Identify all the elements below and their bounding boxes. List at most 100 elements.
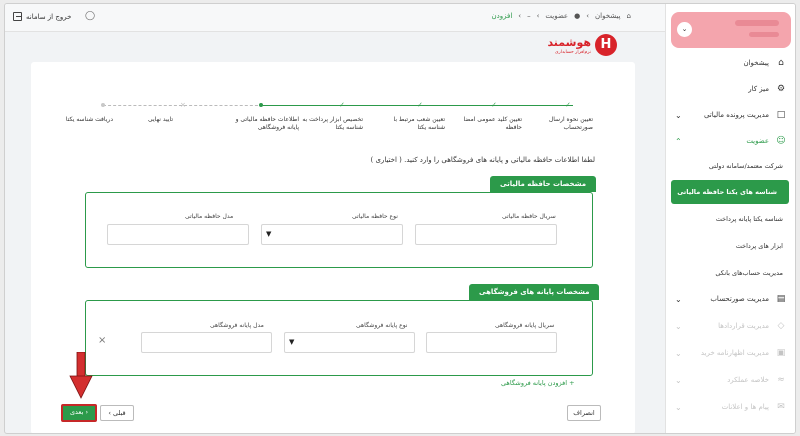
sidebar-item-purchase[interactable]: ⌄ ▣ مدیریت اظهارنامه خرید <box>665 342 795 364</box>
brand-logo: H هوشمند نرم‌افزار حسابداری <box>541 34 617 62</box>
logout-button[interactable]: خروج از سامانه <box>13 12 71 21</box>
step-label: تایید نهایی <box>148 116 173 123</box>
memory-serial-label: سریال حافظه مالیاتی <box>502 213 556 220</box>
app-window: خروج از سامانه ◯ افزودن ‹ – ‹ عضویت ● ‹ … <box>4 3 796 434</box>
sidebar-item-summary[interactable]: ⌄ ≈ خلاصه عملکرد <box>665 369 795 391</box>
sidebar-item-tax-file[interactable]: ⌄ □ مدیریت پرونده مالیاتی <box>665 104 795 126</box>
sidebar-subitem-payment-terminal-id[interactable]: شناسه یکتا پایانه پرداخت <box>665 207 795 231</box>
prev-button-label: قبلی <box>113 409 126 417</box>
chevron-up-icon: ⌃ <box>675 137 682 146</box>
terminal-model-label: مدل پایانه فروشگاهی <box>210 322 264 329</box>
invoice-icon: ▤ <box>776 294 786 304</box>
sidebar-subitem-label: مدیریت حساب‌های بانکی <box>715 269 783 277</box>
sidebar-subitem-memory-id[interactable]: شناسه های یکتا حافظه مالیاتی <box>671 180 789 204</box>
sidebar-item-label: میز کار <box>748 85 769 93</box>
close-icon: × <box>180 101 186 109</box>
step-label: تعیین کلید عمومی امضا حافظه <box>463 116 522 132</box>
step-label: تعیین شعب مرتبط با شناسه یکتا <box>393 116 446 132</box>
logo-name: هوشمند <box>547 36 591 49</box>
step-label: تخصیص ابزار پرداخت به شناسه یکتا <box>302 116 363 132</box>
sidebar-item-label: مدیریت پرونده مالیاتی <box>703 111 769 119</box>
sidebar-subitem-label: شرکت معتمد/سامانه دولتی <box>708 162 783 170</box>
remove-terminal-icon[interactable]: × <box>98 335 106 346</box>
sidebar-item-messages[interactable]: ⌄ ✉ پیام ها و اعلانات <box>665 396 795 418</box>
sidebar-item-label: خلاصه عملکرد <box>727 376 769 384</box>
user-icon: ● <box>574 12 581 20</box>
wizard-stepper: ✓ ✓ ✓ ✓ × تعیین نحوه ارسال صورتحساب تعیی… <box>63 101 593 142</box>
sidebar-subitem-label: ابزار های پرداخت <box>735 242 783 250</box>
step-current-dot <box>259 103 263 107</box>
chevron-left-icon: ‹ <box>518 12 522 20</box>
sidebar-subitem-trusted-company[interactable]: شرکت معتمد/سامانه دولتی <box>665 154 795 178</box>
home-icon: ⌂ <box>778 58 784 68</box>
breadcrumb-item[interactable]: پیشخوان <box>595 12 621 20</box>
terminal-panel-title: مشخصات پایانه های فروشگاهی <box>469 284 600 300</box>
contract-icon: ◇ <box>777 321 785 331</box>
check-icon: ✓ <box>565 101 571 109</box>
sidebar-item-label: عضویت <box>746 137 769 145</box>
sidebar-item-desk[interactable]: ⚙ میز کار <box>665 78 795 100</box>
bell-icon[interactable]: ◯ <box>85 11 95 21</box>
desk-icon: ⚙ <box>776 84 786 94</box>
chevron-left-icon: ‹ <box>536 12 540 20</box>
caret-down-icon: ▼ <box>266 230 272 238</box>
terminal-type-label: نوع پایانه فروشگاهی <box>356 322 408 329</box>
memory-serial-input[interactable] <box>415 224 557 245</box>
chevron-left-icon: ‹ <box>586 12 590 20</box>
chevron-down-icon[interactable]: ⌄ <box>677 22 692 37</box>
cancel-button[interactable]: انصراف <box>567 405 601 421</box>
sidebar-item-dashboard[interactable]: ⌂ پیشخوان <box>665 52 795 74</box>
terminal-type-select[interactable]: ▼ <box>284 332 415 353</box>
memory-panel-title: مشخصات حافظه مالیاتی <box>490 176 597 192</box>
file-icon: □ <box>776 110 786 120</box>
sidebar-item-membership[interactable]: ⌃ ☺ عضویت <box>665 130 795 152</box>
check-icon: ✓ <box>491 101 497 109</box>
sidebar-item-invoices[interactable]: ⌄ ▤ مدیریت صورتحساب <box>665 288 795 310</box>
step-label: اطلاعات حافظه مالیاتی و پایانه فروشگاهی <box>235 116 299 132</box>
step-label: دریافت شناسه یکتا <box>65 116 113 123</box>
step-pending-dot <box>101 103 105 107</box>
chevron-down-icon: ⌄ <box>675 349 682 358</box>
next-button-label: بعدی <box>69 408 84 416</box>
sidebar-item-contracts[interactable]: ⌄ ◇ مدیریت قراردادها <box>665 315 795 337</box>
chevron-down-icon: ⌄ <box>675 322 682 331</box>
check-icon: ✓ <box>417 101 423 109</box>
chevron-right-icon: › <box>83 408 89 416</box>
chevron-down-icon: ⌄ <box>675 111 682 120</box>
sidebar-subitem-bank-accounts[interactable]: مدیریت حساب‌های بانکی <box>665 261 795 285</box>
memory-model-label: مدل حافظه مالیاتی <box>185 213 234 220</box>
form-instruction: لطفا اطلاعات حافظه مالیاتی و پایانه های … <box>370 156 596 164</box>
sidebar-subitem-label: شناسه های یکتا حافظه مالیاتی <box>677 188 777 196</box>
logout-label: خروج از سامانه <box>26 12 72 21</box>
step-label: تعیین نحوه ارسال صورتحساب <box>548 116 593 132</box>
logo-mark: H <box>595 34 617 56</box>
terminal-model-input[interactable] <box>141 332 272 353</box>
annotation-arrow-icon <box>69 352 93 399</box>
sidebar-item-label: پیشخوان <box>743 59 769 67</box>
user-icon: ☺ <box>776 136 786 146</box>
prev-button[interactable]: ‹ قبلی <box>100 405 134 421</box>
summary-icon: ≈ <box>777 375 785 385</box>
sidebar-item-label: مدیریت صورتحساب <box>710 295 769 303</box>
memory-model-input[interactable] <box>107 224 249 245</box>
breadcrumb-item[interactable]: عضویت <box>545 12 568 20</box>
breadcrumb-item[interactable]: افزودن <box>491 12 512 20</box>
purchase-icon: ▣ <box>776 348 786 358</box>
user-card[interactable]: ⌄ <box>671 12 791 48</box>
chevron-down-icon: ⌄ <box>675 376 682 385</box>
add-terminal-link[interactable]: + افزودن پایانه فروشگاهی <box>501 379 575 387</box>
chevron-down-icon: ⌄ <box>675 295 682 304</box>
sidebar-item-label: مدیریت اظهارنامه خرید <box>700 349 769 357</box>
sidebar-item-label: مدیریت قراردادها <box>718 322 769 330</box>
top-bar: خروج از سامانه ◯ افزودن ‹ – ‹ عضویت ● ‹ … <box>5 4 665 32</box>
memory-type-label: نوع حافظه مالیاتی <box>352 213 398 220</box>
next-button[interactable]: بعدی › <box>61 404 97 422</box>
terminal-serial-input[interactable] <box>426 332 557 353</box>
sidebar-subitem-label: شناسه یکتا پایانه پرداخت <box>715 215 783 223</box>
memory-type-select[interactable]: ▼ <box>261 224 403 245</box>
check-icon: ✓ <box>339 101 345 109</box>
logo-tagline: نرم‌افزار حسابداری <box>555 50 591 55</box>
home-icon: ⌂ <box>626 12 631 20</box>
sidebar-subitem-payment-tools[interactable]: ابزار های پرداخت <box>665 234 795 258</box>
chevron-down-icon: ⌄ <box>675 403 682 412</box>
